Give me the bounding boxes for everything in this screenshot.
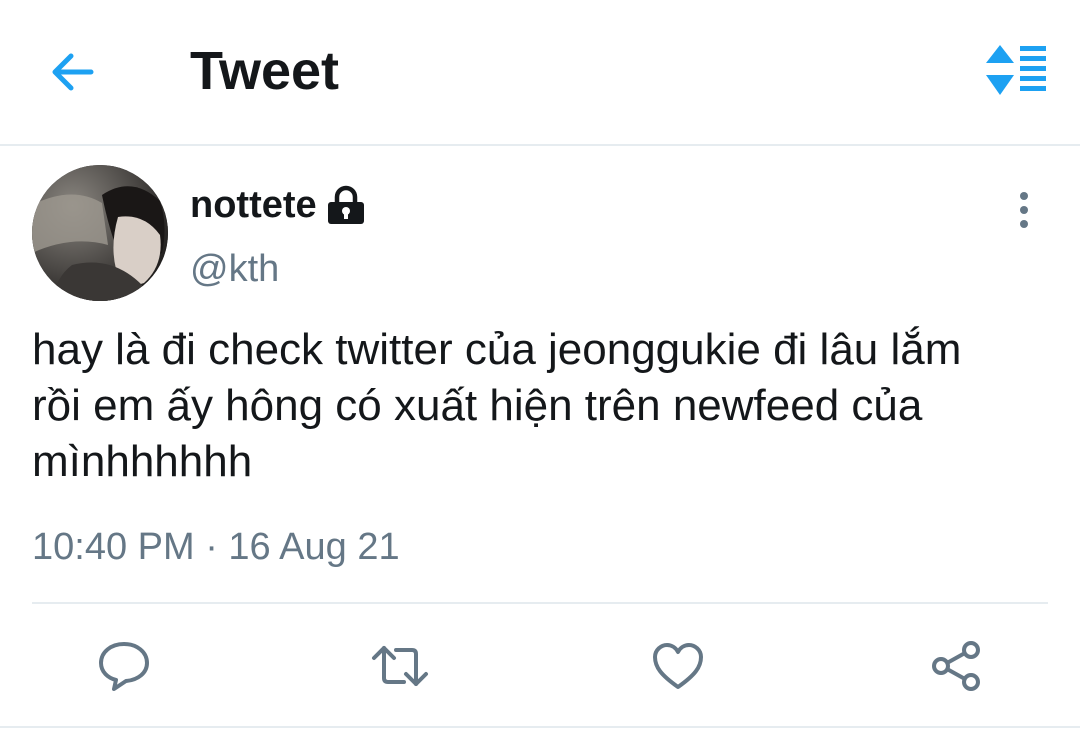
reply-icon — [99, 642, 149, 691]
tweet-actions — [0, 630, 1080, 702]
share-button[interactable] — [926, 636, 986, 696]
retweet-icon — [372, 646, 428, 686]
avatar[interactable] — [32, 165, 168, 301]
display-name[interactable]: nottete — [190, 180, 317, 230]
tweet-text: hay là đi check twitter của jeonggukie đ… — [32, 325, 962, 486]
user-avatar — [32, 165, 168, 301]
back-button[interactable] — [44, 48, 100, 96]
divider — [32, 602, 1048, 604]
like-button[interactable] — [648, 636, 708, 696]
author-row: nottete — [190, 180, 365, 230]
sort-button[interactable] — [980, 42, 1052, 98]
arrow-left-icon — [52, 53, 94, 91]
sort-lines-icon — [986, 45, 1046, 95]
more-vertical-icon — [1020, 192, 1028, 228]
author-handle[interactable]: @kth — [190, 244, 279, 294]
lock-icon — [327, 185, 365, 225]
reply-button[interactable] — [94, 636, 154, 696]
app-header: Tweet — [0, 0, 1080, 146]
more-options-button[interactable] — [1004, 186, 1044, 234]
page-title: Tweet — [190, 41, 340, 101]
retweet-button[interactable] — [370, 636, 430, 696]
heart-icon — [653, 643, 703, 689]
bottom-divider — [0, 726, 1080, 728]
share-icon — [932, 641, 980, 691]
tweet-timestamp: 10:40 PM · 16 Aug 21 — [32, 526, 400, 568]
